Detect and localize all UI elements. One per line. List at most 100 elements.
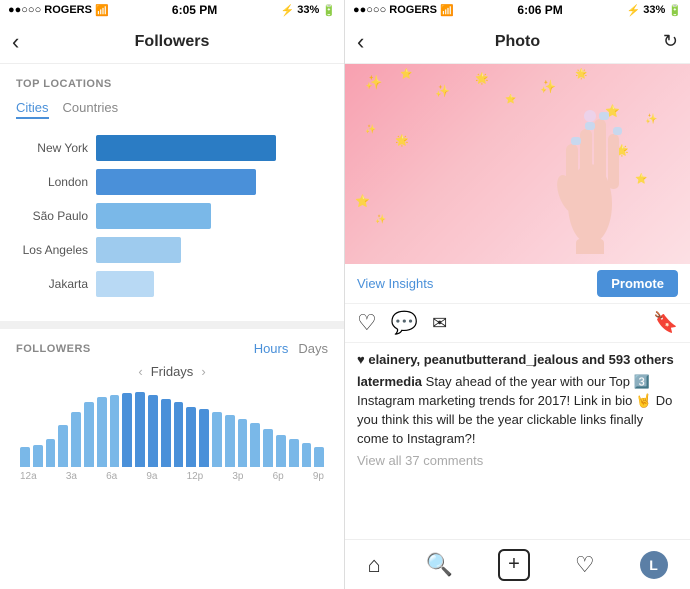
followers-section-title: FOLLOWERS (16, 343, 91, 355)
search-button[interactable]: 🔍 (426, 552, 453, 578)
right-status-right: ⚡ 33% 🔋 (627, 4, 682, 17)
tab-days[interactable]: Days (298, 341, 328, 356)
hist-bar-22 (302, 443, 312, 467)
x-label-1: 3a (66, 471, 77, 482)
caption-area: ♥ elainery, peanutbutterand_jealous and … (345, 343, 690, 539)
like-button[interactable]: ♡ (357, 312, 377, 334)
hist-bar-7 (110, 395, 120, 467)
left-back-button[interactable]: ‹ (12, 29, 19, 55)
profile-avatar[interactable]: L (640, 551, 668, 579)
divider (0, 321, 344, 329)
bar-row-0: New York (16, 135, 328, 161)
bar-label-1: London (16, 175, 88, 189)
star-12: ⭐ (355, 194, 370, 208)
bar-label-2: São Paulo (16, 209, 88, 223)
x-label-5: 3p (232, 471, 243, 482)
star-11: ✨ (645, 114, 657, 125)
tab-countries[interactable]: Countries (63, 98, 119, 119)
hist-bar-1 (33, 445, 43, 467)
star-15: ⭐ (635, 174, 647, 185)
hist-bar-17 (238, 419, 248, 467)
hist-bar-18 (250, 423, 260, 467)
followers-header: FOLLOWERS Hours Days (16, 341, 328, 356)
left-battery-icon: 🔋 (322, 4, 336, 17)
right-battery-icon: 🔋 (668, 4, 682, 17)
left-panel: ●●○○○ ROGERS 📶 6:05 PM ⚡ 33% 🔋 ‹ Followe… (0, 0, 345, 589)
tab-hours[interactable]: Hours (254, 341, 289, 356)
caption-text: latermedia Stay ahead of the year with o… (357, 373, 678, 448)
hist-bar-19 (263, 429, 273, 467)
left-status-right: ⚡ 33% 🔋 (281, 4, 336, 17)
x-axis: 12a 3a 6a 9a 12p 3p 6p 9p (16, 467, 328, 482)
bar-row-2: São Paulo (16, 203, 328, 229)
hist-bar-2 (46, 439, 56, 467)
bar-fill-0 (96, 135, 276, 161)
left-nav-bar: ‹ Followers (0, 20, 344, 64)
right-status-left: ●●○○○ ROGERS 📶 (353, 4, 454, 17)
x-label-3: 9a (146, 471, 157, 482)
bookmark-button[interactable]: 🔖 (653, 313, 678, 333)
top-locations-title: TOP LOCATIONS (16, 78, 328, 90)
add-button[interactable]: + (498, 549, 530, 581)
star-2: ⭐ (400, 69, 412, 80)
likes-users: elainery, peanutbutterand_jealous and 59… (368, 352, 673, 367)
bar-fill-4 (96, 271, 154, 297)
hist-bar-23 (314, 447, 324, 467)
hist-bar-9 (135, 392, 145, 467)
bar-fill-1 (96, 169, 256, 195)
view-comments[interactable]: View all 37 comments (357, 453, 678, 468)
share-button[interactable]: ✉ (432, 314, 447, 332)
top-locations-header: TOP LOCATIONS Cities Countries (0, 64, 344, 127)
view-insights-link[interactable]: View Insights (357, 276, 433, 291)
home-button[interactable]: ⌂ (367, 552, 380, 578)
tab-cities[interactable]: Cities (16, 98, 49, 119)
refresh-button[interactable]: ↻ (663, 31, 678, 52)
star-10: 🌟 (395, 134, 409, 147)
star-5: ⭐ (505, 94, 516, 105)
right-time: 6:06 PM (517, 3, 562, 17)
photo-container: ✨ ⭐ ✨ 🌟 ⭐ ✨ 🌟 ⭐ ✨ 🌟 ✨ ⭐ ✨ 🌟 ⭐ (345, 64, 690, 264)
bar-row-3: Los Angeles (16, 237, 328, 263)
star-9: ✨ (365, 124, 376, 135)
x-label-6: 6p (273, 471, 284, 482)
insights-row: View Insights Promote (345, 264, 690, 304)
hist-bar-12 (174, 402, 184, 467)
left-status-bar: ●●○○○ ROGERS 📶 6:05 PM ⚡ 33% 🔋 (0, 0, 344, 20)
hand-svg (550, 74, 630, 254)
left-battery: 33% (297, 4, 319, 16)
right-bt-icon: ⚡ (627, 4, 641, 17)
promote-button[interactable]: Promote (597, 270, 678, 297)
action-icons-left: ♡ 💬 ✉ (357, 312, 447, 334)
bar-label-4: Jakarta (16, 277, 88, 291)
bar-row-1: London (16, 169, 328, 195)
bottom-nav: ⌂ 🔍 + ♡ L (345, 539, 690, 589)
prev-week-arrow[interactable]: ‹ (138, 364, 142, 379)
left-wifi-icon: 📶 (95, 4, 109, 17)
right-status-bar: ●●○○○ ROGERS 📶 6:06 PM ⚡ 33% 🔋 (345, 0, 690, 20)
hist-bar-3 (58, 425, 68, 467)
hist-bar-20 (276, 435, 286, 467)
location-tabs: Cities Countries (16, 98, 328, 119)
right-battery: 33% (643, 4, 665, 16)
caption-username: latermedia (357, 374, 422, 389)
bar-label-0: New York (16, 141, 88, 155)
hist-bar-6 (97, 397, 107, 467)
comment-button[interactable]: 💬 (391, 312, 418, 334)
bar-fill-3 (96, 237, 181, 263)
left-status-left: ●●○○○ ROGERS 📶 (8, 4, 109, 17)
x-label-0: 12a (20, 471, 37, 482)
heart-button[interactable]: ♡ (575, 552, 595, 578)
star-1: ✨ (365, 74, 382, 91)
hist-bar-8 (122, 393, 132, 467)
right-wifi-icon: 📶 (440, 4, 454, 17)
right-back-button[interactable]: ‹ (357, 29, 364, 55)
bar-row-4: Jakarta (16, 271, 328, 297)
next-week-arrow[interactable]: › (201, 364, 205, 379)
hist-bar-11 (161, 399, 171, 467)
hist-bar-0 (20, 447, 30, 467)
bar-fill-2 (96, 203, 211, 229)
left-bt-icon: ⚡ (281, 4, 295, 17)
star-3: ✨ (435, 84, 450, 98)
right-nav-title: Photo (495, 33, 540, 51)
hist-bar-15 (212, 412, 222, 467)
